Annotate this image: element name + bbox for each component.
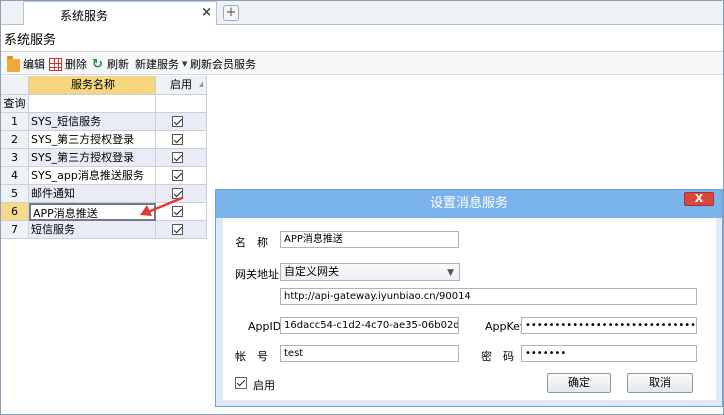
checkbox[interactable] xyxy=(172,224,183,235)
enabled-cell[interactable] xyxy=(156,113,207,131)
password-field[interactable]: ••••••• xyxy=(521,345,697,362)
table-row[interactable]: 3 SYS_第三方授权登录 xyxy=(1,149,207,167)
add-tab-icon[interactable]: + xyxy=(223,5,239,21)
refresh-button[interactable]: ↻ 刷新 xyxy=(91,56,129,72)
gateway-label: 网关地址 xyxy=(235,268,279,281)
close-icon[interactable]: × xyxy=(201,5,212,20)
dialog-body: 名 称 APP消息推送 网关地址 自定义网关 ▼ http://api-gate… xyxy=(223,218,716,400)
tab-label: 系统服务 xyxy=(60,9,109,23)
edit-button[interactable]: 编辑 xyxy=(7,55,45,72)
refresh-icon: ↻ xyxy=(92,56,103,72)
enabled-cell[interactable] xyxy=(156,167,207,185)
gateway-select-value: 自定义网关 xyxy=(284,265,339,278)
new-service-label: 新建服务 xyxy=(135,58,179,71)
cancel-button[interactable]: 取消 xyxy=(627,373,693,393)
checkbox[interactable] xyxy=(172,134,183,145)
checkbox[interactable] xyxy=(172,170,183,181)
refresh-label: 刷新 xyxy=(107,58,129,71)
row-number-header xyxy=(1,76,29,95)
chevron-down-icon: ▼ xyxy=(447,268,454,278)
enabled-header-label: 启用 xyxy=(170,78,192,91)
new-service-button[interactable]: 新建服务 ▼ xyxy=(135,56,187,72)
table-row[interactable]: 4 SYS_app消息推送服务 xyxy=(1,167,207,185)
delete-button[interactable]: 删除 xyxy=(49,56,87,72)
appid-field[interactable]: 16dacc54-c1d2-4c70-ae35-06b02d922473 xyxy=(280,317,459,334)
appkey-field[interactable]: •••••••••••••••••••••••••••••••••••• xyxy=(521,317,697,334)
tab-strip: 系统服务 × + xyxy=(1,1,723,25)
toolbar: 编辑 删除 ↻ 刷新 新建服务 ▼ 刷新会员服务 xyxy=(1,53,723,75)
table-row[interactable]: 2 SYS_第三方授权登录 xyxy=(1,131,207,149)
tab-system-services[interactable]: 系统服务 × xyxy=(23,1,217,25)
row-number: 3 xyxy=(1,149,29,167)
filter-name-input[interactable] xyxy=(29,95,156,113)
column-header-enabled[interactable]: 启用 xyxy=(156,76,207,95)
refresh-members-button[interactable]: 刷新会员服务 xyxy=(190,56,256,72)
checkbox[interactable] xyxy=(172,152,183,163)
message-service-dialog: 设置消息服务 X 名 称 APP消息推送 网关地址 自定义网关 ▼ http:/… xyxy=(215,189,723,407)
service-name-cell[interactable]: SYS_短信服务 xyxy=(29,113,156,131)
grid-delete-icon xyxy=(49,57,62,71)
service-name-cell-editing[interactable]: APP消息推送 xyxy=(29,203,156,221)
chevron-down-icon: ▼ xyxy=(182,60,188,68)
enabled-cell[interactable] xyxy=(156,131,207,149)
row-number: 5 xyxy=(1,185,29,203)
row-number: 4 xyxy=(1,167,29,185)
enabled-cell[interactable] xyxy=(156,221,207,239)
gateway-select[interactable]: 自定义网关 ▼ xyxy=(280,263,460,281)
grid-header: 服务名称 启用 xyxy=(1,76,207,95)
divider xyxy=(1,51,723,52)
name-label: 名 称 xyxy=(235,236,268,249)
appid-label: AppID xyxy=(248,320,282,333)
service-name-cell[interactable]: SYS_第三方授权登录 xyxy=(29,131,156,149)
checkbox[interactable] xyxy=(172,116,183,127)
annotation-arrow-icon xyxy=(140,196,184,216)
sort-icon xyxy=(199,81,203,87)
row-number: 1 xyxy=(1,113,29,131)
password-label: 密 码 xyxy=(481,350,514,363)
row-number: 2 xyxy=(1,131,29,149)
delete-label: 删除 xyxy=(65,58,87,71)
service-name-cell[interactable]: 短信服务 xyxy=(29,221,156,239)
gateway-url-field[interactable]: http://api-gateway.iyunbiao.cn/90014 xyxy=(280,288,697,305)
account-field[interactable]: test xyxy=(280,345,459,362)
account-label: 帐 号 xyxy=(235,350,268,363)
edit-label: 编辑 xyxy=(23,58,45,71)
query-label: 查询 xyxy=(1,95,29,113)
dialog-close-button[interactable]: X xyxy=(684,192,714,206)
filter-row: 查询 xyxy=(1,95,207,113)
service-name-cell[interactable]: SYS_第三方授权登录 xyxy=(29,149,156,167)
enabled-checkbox[interactable] xyxy=(235,377,247,389)
name-field[interactable]: APP消息推送 xyxy=(280,231,459,248)
enabled-label: 启用 xyxy=(253,379,275,392)
row-number: 6 xyxy=(1,203,29,221)
table-row[interactable]: 1 SYS_短信服务 xyxy=(1,113,207,131)
folder-icon xyxy=(7,55,20,72)
row-number: 7 xyxy=(1,221,29,239)
filter-enabled-input[interactable] xyxy=(156,95,207,113)
page-title: 系统服务 xyxy=(4,33,57,48)
dialog-title: 设置消息服务 xyxy=(216,190,722,218)
enabled-cell[interactable] xyxy=(156,149,207,167)
service-name-cell[interactable]: 邮件通知 xyxy=(29,185,156,203)
ok-button[interactable]: 确定 xyxy=(547,373,611,393)
service-name-cell[interactable]: SYS_app消息推送服务 xyxy=(29,167,156,185)
refresh-members-label: 刷新会员服务 xyxy=(190,58,256,71)
table-row[interactable]: 7 短信服务 xyxy=(1,221,207,239)
column-header-name[interactable]: 服务名称 xyxy=(29,76,156,95)
